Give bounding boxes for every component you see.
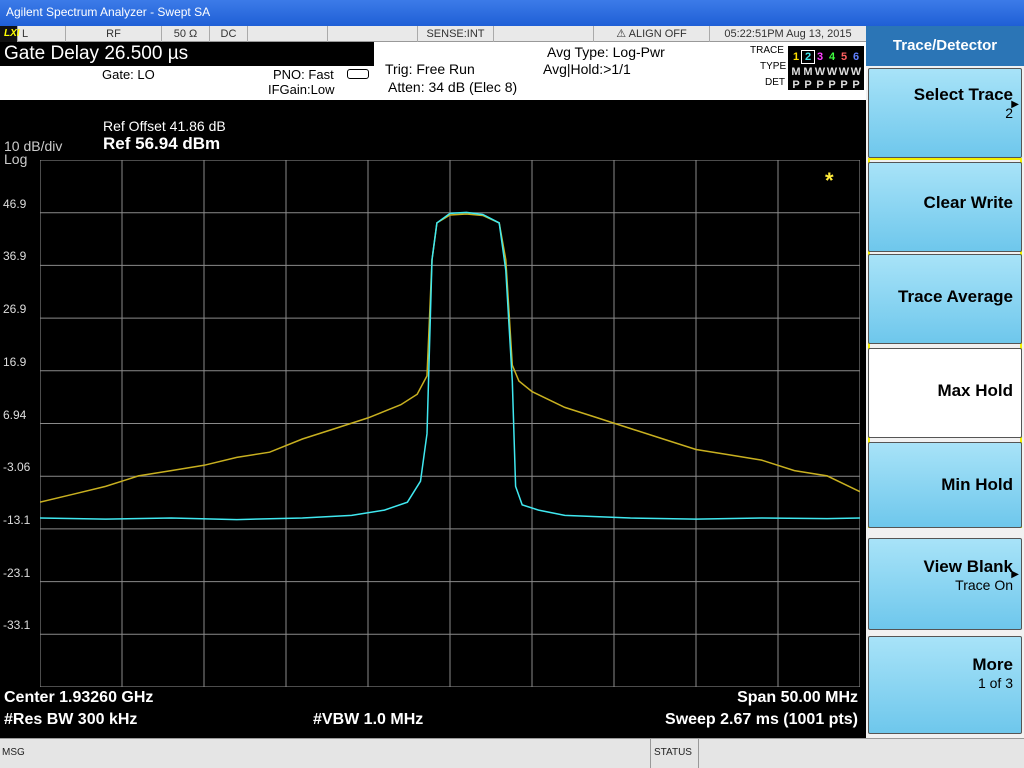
- select-trace-label: Select Trace: [913, 85, 1013, 104]
- attenuation-status: Atten: 34 dB (Elec 8): [388, 79, 518, 95]
- det-cell-3: P: [816, 79, 824, 91]
- measurement-info-panel: Gate Delay 26.500 µs Gate: LO PNO: Fast …: [0, 42, 866, 100]
- more-label: More: [972, 655, 1013, 674]
- softkey-menu-title: Trace/Detector: [866, 26, 1024, 66]
- avg-type-status: Avg Type: Log-Pwr: [547, 44, 665, 60]
- status-divider: [698, 739, 699, 768]
- more-page-indicator: 1 of 3: [977, 675, 1013, 691]
- det-cell-6: P: [852, 79, 860, 91]
- ref-level-label[interactable]: Ref 56.94 dBm: [103, 134, 220, 154]
- lxi-indicator: LXI: [0, 26, 20, 42]
- max-hold-softkey[interactable]: Max Hold: [868, 348, 1022, 438]
- clear-write-label: Clear Write: [923, 193, 1013, 212]
- window-title: Agilent Spectrum Analyzer - Swept SA: [6, 5, 211, 19]
- pno-icon: [347, 69, 369, 79]
- sweep-time[interactable]: Sweep 2.67 ms (1001 pts): [665, 711, 858, 729]
- softkey-panel: Trace/Detector Select Trace 2 ▶ Clear Wr…: [866, 26, 1024, 738]
- timestamp: 05:22:51PM Aug 13, 2015: [724, 28, 852, 40]
- view-blank-label: View Blank: [923, 557, 1013, 576]
- submenu-arrow-icon: ▶: [1011, 99, 1019, 110]
- trace-status-box: 123456 MMWWWW PPPPPP: [788, 46, 864, 93]
- ifgain-status: IFGain:Low: [268, 82, 335, 97]
- clear-write-softkey[interactable]: Clear Write: [868, 162, 1022, 252]
- window-title-bar: Agilent Spectrum Analyzer - Swept SA: [0, 0, 1024, 26]
- more-softkey[interactable]: More 1 of 3: [868, 636, 1022, 734]
- y-tick-label: 46.9: [3, 196, 27, 211]
- y-tick-label: -33.1: [3, 618, 31, 633]
- center-frequency[interactable]: Center 1.93260 GHz: [4, 689, 153, 707]
- gate-status: Gate: LO: [102, 67, 155, 82]
- input-indicator: RF: [66, 26, 162, 42]
- span[interactable]: Span 50.00 MHz: [737, 689, 858, 707]
- select-trace-softkey[interactable]: Select Trace 2 ▶: [868, 68, 1022, 158]
- min-hold-label: Min Hold: [941, 475, 1013, 494]
- gate-delay-readout[interactable]: Gate Delay 26.500 µs: [0, 42, 374, 66]
- status-spacer-3: [494, 26, 594, 42]
- avg-hold-status: Avg|Hold:>1/1: [543, 61, 631, 77]
- align-indicator: ⚠ ALIGN OFF: [594, 26, 710, 42]
- align-text: ALIGN OFF: [628, 28, 687, 40]
- res-bw[interactable]: #Res BW 300 kHz: [4, 711, 137, 729]
- y-tick-label: 26.9: [3, 302, 27, 317]
- msg-label: MSG: [2, 747, 25, 758]
- scale-type-label: Log: [4, 151, 28, 167]
- impedance-indicator: 50 Ω: [162, 26, 210, 42]
- det-cell-4: P: [828, 79, 836, 91]
- det-cell-5: P: [840, 79, 848, 91]
- submenu-arrow-icon: ▶: [1011, 569, 1019, 580]
- status-strip: LXI L RF 50 Ω DC SENSE:INT ⚠ ALIGN OFF 0…: [0, 26, 866, 42]
- sense-indicator: SENSE:INT: [418, 26, 494, 42]
- status-spacer-1: [248, 26, 328, 42]
- coupling-indicator: L: [18, 26, 66, 42]
- select-trace-value: 2: [1005, 105, 1013, 121]
- warning-icon: ⚠: [616, 28, 627, 40]
- y-tick-label: 6.94: [3, 407, 27, 422]
- view-blank-value: Trace On: [955, 577, 1013, 593]
- status-label: STATUS: [650, 739, 692, 768]
- det-cell-2: P: [804, 79, 812, 91]
- view-blank-softkey[interactable]: View Blank Trace On ▶: [868, 538, 1022, 630]
- y-tick-label: 16.9: [3, 354, 27, 369]
- y-tick-label: 36.9: [3, 249, 27, 264]
- y-tick-label: -13.1: [3, 512, 31, 527]
- marker-star-indicator: *: [825, 168, 834, 193]
- y-tick-label: -23.1: [3, 565, 31, 580]
- message-bar: MSG STATUS: [0, 738, 1024, 768]
- trace-det-row: PPPPPP: [790, 75, 862, 93]
- pno-status: PNO: Fast: [273, 67, 334, 82]
- trace-average-softkey[interactable]: Trace Average: [868, 254, 1022, 344]
- spectrum-plot[interactable]: [40, 160, 860, 687]
- min-hold-softkey[interactable]: Min Hold: [868, 442, 1022, 528]
- max-hold-label: Max Hold: [937, 381, 1013, 400]
- trigger-status: Trig: Free Run: [385, 61, 475, 77]
- type-row-label: TYPE: [760, 61, 787, 72]
- det-row-label: DET: [765, 77, 785, 88]
- trace-row-label: TRACE: [750, 45, 784, 56]
- ref-offset-label: Ref Offset 41.86 dB: [103, 118, 226, 134]
- status-spacer-2: [328, 26, 418, 42]
- trace-average-label: Trace Average: [898, 287, 1013, 306]
- vbw[interactable]: #VBW 1.0 MHz: [313, 711, 423, 729]
- y-tick-label: -3.06: [3, 460, 31, 475]
- det-cell-1: P: [792, 79, 800, 91]
- dc-indicator: DC: [210, 26, 248, 42]
